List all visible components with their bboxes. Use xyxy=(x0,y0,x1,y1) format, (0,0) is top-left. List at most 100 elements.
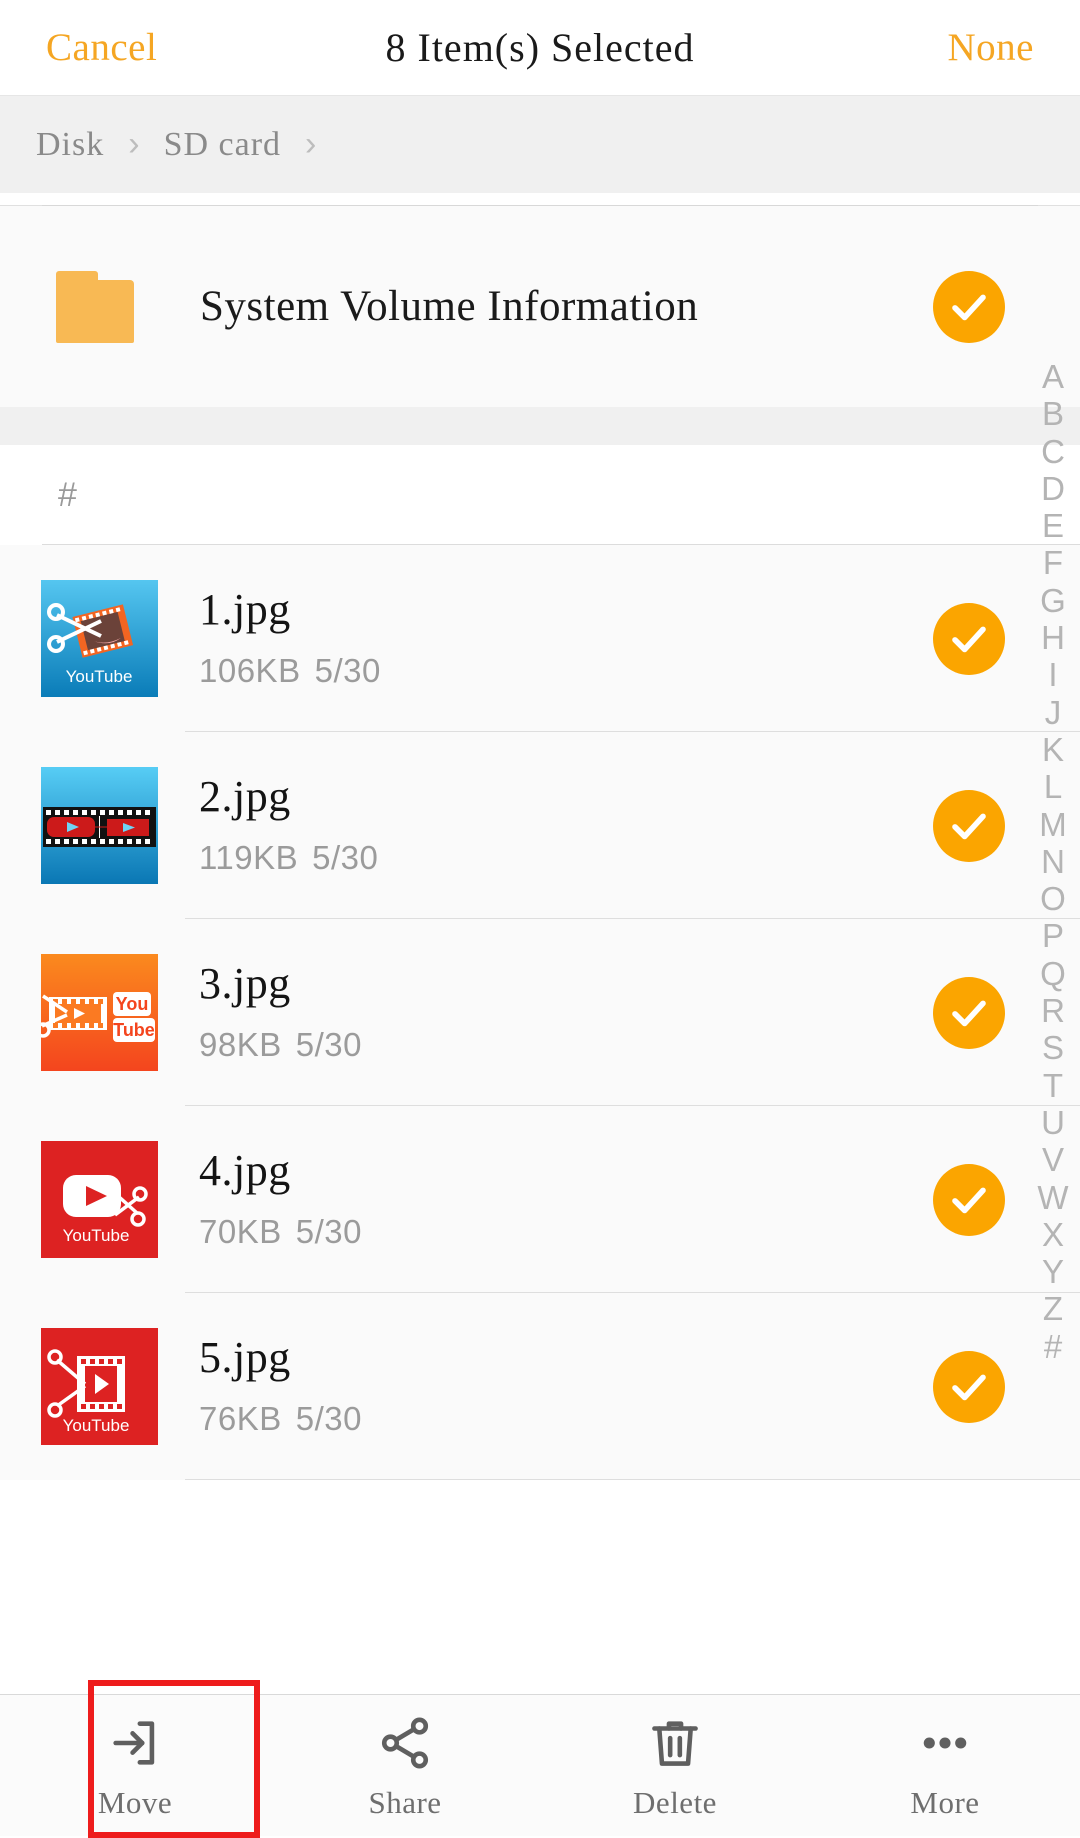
check-icon xyxy=(952,813,986,839)
svg-text:YouTube: YouTube xyxy=(63,1416,130,1435)
move-label: Move xyxy=(97,1784,173,1820)
table-row[interactable]: You Tube 3.jpg 98KB 5/30 xyxy=(0,919,1080,1106)
check-icon xyxy=(952,294,986,320)
alpha-index-x[interactable]: X xyxy=(1026,1216,1080,1253)
check-icon xyxy=(952,626,986,652)
checkbox-selected[interactable] xyxy=(933,1163,1005,1236)
share-label: Share xyxy=(368,1784,442,1820)
delete-button[interactable]: Delete xyxy=(540,1695,810,1837)
file-size: 119KB xyxy=(199,838,299,876)
alpha-index-h[interactable]: H xyxy=(1026,619,1080,656)
alpha-index-k[interactable]: K xyxy=(1026,731,1080,768)
file-size: 70KB xyxy=(199,1212,282,1250)
alpha-index-a[interactable]: A xyxy=(1026,358,1080,395)
file-subtitle: 106KB 5/30 xyxy=(199,652,381,690)
checkbox-selected[interactable] xyxy=(933,270,1005,343)
file-subtitle: 70KB 5/30 xyxy=(199,1213,362,1251)
file-name: 4.jpg xyxy=(199,1145,291,1195)
alpha-index-l[interactable]: L xyxy=(1026,768,1080,805)
breadcrumb: Disk › SD card › xyxy=(0,95,1080,193)
file-meta: 1.jpg 106KB 5/30 xyxy=(199,584,381,690)
trash-icon xyxy=(646,1711,704,1775)
alpha-index-c[interactable]: C xyxy=(1026,433,1080,470)
alpha-index-u[interactable]: U xyxy=(1026,1104,1080,1141)
alpha-index-b[interactable]: B xyxy=(1026,395,1080,432)
check-icon xyxy=(952,1187,986,1213)
checkbox-selected[interactable] xyxy=(933,602,1005,675)
row-divider xyxy=(185,1479,1080,1480)
alpha-index-g[interactable]: G xyxy=(1026,582,1080,619)
svg-text:You: You xyxy=(116,994,149,1014)
file-meta: 2.jpg 119KB 5/30 xyxy=(199,771,378,877)
top-action-bar: Cancel 8 Item(s) Selected None xyxy=(0,0,1080,95)
alphabet-index-scrollbar[interactable]: A B C D E F G H I J K L M N O P Q R S T U V W X Y Z # xyxy=(1026,358,1080,1365)
delete-label: Delete xyxy=(633,1784,717,1820)
checkbox-selected[interactable] xyxy=(933,976,1005,1049)
file-date: 5/30 xyxy=(295,1399,362,1437)
alpha-index-q[interactable]: Q xyxy=(1026,955,1080,992)
file-list[interactable]: System Volume Information # YouTube 1.jp… xyxy=(0,193,1080,1836)
file-subtitle: 98KB 5/30 xyxy=(199,1026,362,1064)
more-label: More xyxy=(910,1784,980,1820)
file-name: 1.jpg xyxy=(199,584,291,634)
alpha-index-hash[interactable]: # xyxy=(1026,1328,1080,1365)
folder-name: System Volume Information xyxy=(200,283,699,330)
chevron-right-icon: › xyxy=(305,125,317,163)
alpha-index-p[interactable]: P xyxy=(1026,917,1080,954)
svg-text:YouTube: YouTube xyxy=(66,667,133,686)
file-thumbnail-2 xyxy=(41,767,158,884)
file-subtitle: 76KB 5/30 xyxy=(199,1400,362,1438)
alpha-index-t[interactable]: T xyxy=(1026,1067,1080,1104)
breadcrumb-item-sdcard[interactable]: SD card xyxy=(164,126,281,164)
file-date: 5/30 xyxy=(314,651,381,689)
checkbox-selected[interactable] xyxy=(933,1350,1005,1423)
alpha-index-f[interactable]: F xyxy=(1026,544,1080,581)
file-date: 5/30 xyxy=(312,838,379,876)
move-arrow-icon xyxy=(106,1711,164,1775)
file-name: 3.jpg xyxy=(199,958,291,1008)
alpha-index-j[interactable]: J xyxy=(1026,694,1080,731)
alpha-index-z[interactable]: Z xyxy=(1026,1290,1080,1327)
alpha-index-v[interactable]: V xyxy=(1026,1141,1080,1178)
move-button[interactable]: Move xyxy=(0,1695,270,1837)
more-button[interactable]: More xyxy=(810,1695,1080,1837)
bottom-action-toolbar: Move Share Delete More xyxy=(0,1680,1080,1838)
file-meta: 5.jpg 76KB 5/30 xyxy=(199,1335,362,1438)
file-meta: 4.jpg 70KB 5/30 xyxy=(199,1145,362,1251)
alpha-index-w[interactable]: W xyxy=(1026,1179,1080,1216)
alpha-index-r[interactable]: R xyxy=(1026,992,1080,1029)
table-row[interactable]: YouTube 1.jpg 106KB 5/30 xyxy=(0,545,1080,732)
alpha-index-s[interactable]: S xyxy=(1026,1029,1080,1066)
file-thumbnail-5: YouTube xyxy=(41,1328,158,1445)
list-item-folder[interactable]: System Volume Information xyxy=(0,205,1080,407)
svg-text:Tube: Tube xyxy=(113,1020,155,1040)
ellipsis-icon xyxy=(916,1711,974,1775)
file-name: 2.jpg xyxy=(199,771,291,821)
file-size: 106KB xyxy=(199,651,301,689)
file-date: 5/30 xyxy=(295,1025,362,1063)
file-subtitle: 119KB 5/30 xyxy=(199,839,378,877)
select-none-button[interactable]: None xyxy=(948,25,1034,70)
check-icon xyxy=(952,1000,986,1026)
alpha-index-y[interactable]: Y xyxy=(1026,1253,1080,1290)
share-button[interactable]: Share xyxy=(270,1695,540,1837)
page-title: 8 Item(s) Selected xyxy=(385,25,695,70)
alpha-index-d[interactable]: D xyxy=(1026,470,1080,507)
cancel-button[interactable]: Cancel xyxy=(46,25,157,70)
file-thumbnail-3: You Tube xyxy=(41,954,158,1071)
alpha-index-m[interactable]: M xyxy=(1026,806,1080,843)
checkbox-selected[interactable] xyxy=(933,789,1005,862)
svg-text:YouTube: YouTube xyxy=(63,1226,130,1245)
section-header-label: # xyxy=(58,475,77,514)
alpha-index-n[interactable]: N xyxy=(1026,843,1080,880)
file-date: 5/30 xyxy=(295,1212,362,1250)
table-row[interactable]: YouTube 4.jpg 70KB 5/30 xyxy=(0,1106,1080,1293)
check-icon xyxy=(952,1374,986,1400)
alpha-index-e[interactable]: E xyxy=(1026,507,1080,544)
table-row[interactable]: 2.jpg 119KB 5/30 xyxy=(0,732,1080,919)
breadcrumb-item-disk[interactable]: Disk xyxy=(36,126,104,164)
alpha-index-i[interactable]: I xyxy=(1026,656,1080,693)
alpha-index-o[interactable]: O xyxy=(1026,880,1080,917)
share-nodes-icon xyxy=(376,1711,434,1775)
table-row[interactable]: YouTube 5.jpg 76KB 5/30 xyxy=(0,1293,1080,1480)
